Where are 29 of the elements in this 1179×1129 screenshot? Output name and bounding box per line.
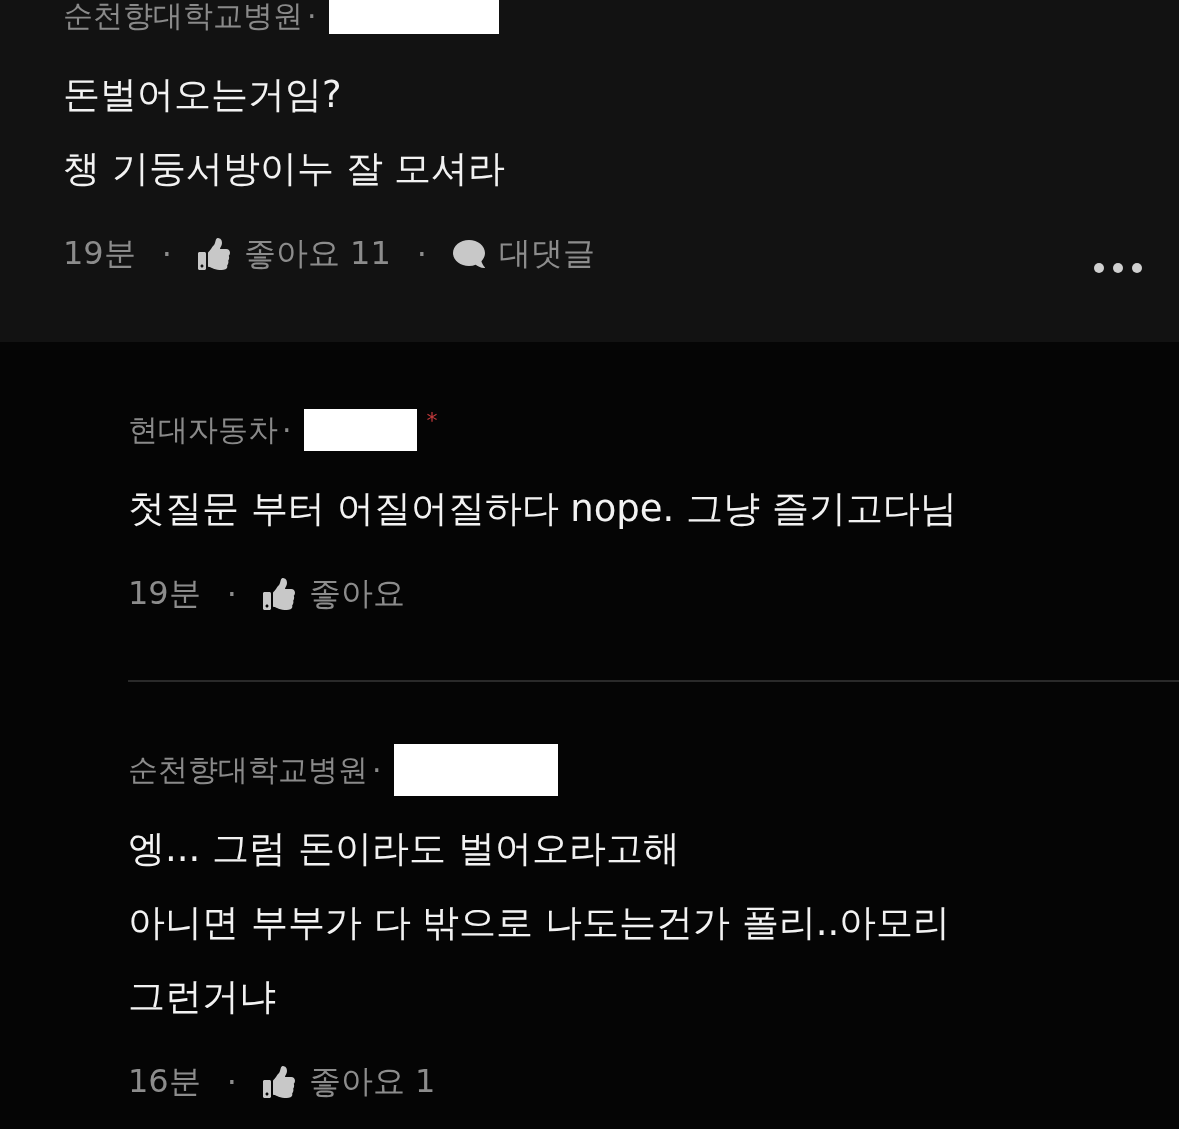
comment-text: 그런거냐 — [128, 974, 277, 1020]
reply-button[interactable]: 대댓글 — [498, 232, 595, 276]
timestamp: 16분 — [128, 1061, 201, 1102]
thumbs-up-icon[interactable] — [197, 238, 230, 270]
separator-dot: · — [372, 752, 382, 788]
separator-dot: · — [226, 575, 237, 613]
comment-text: 챙 기둥서방이누 잘 모셔라 — [63, 146, 507, 192]
asterisk-mark: * — [426, 408, 438, 433]
thumbs-up-icon[interactable] — [262, 1066, 295, 1098]
like-button[interactable]: 좋아요 11 — [243, 232, 391, 276]
comment-text: 아니면 부부가 다 밖으로 나도는건가 폴리..아모리 — [128, 900, 952, 946]
speech-bubble-icon[interactable] — [452, 238, 485, 270]
comment-text: 첫질문 부터 어질어질하다 nope. 그냥 즐기고다님 — [128, 486, 958, 532]
separator-dot: · — [161, 235, 172, 273]
author-name: 순천향대학교병원 — [128, 750, 368, 789]
author-name: 현대자동차 — [128, 410, 278, 449]
separator-dot: · — [416, 235, 427, 273]
timestamp: 19분 — [128, 573, 201, 614]
comment-text: 돈벌어오는거임? — [63, 72, 343, 118]
separator-dot: · — [226, 1063, 237, 1101]
like-button[interactable]: 좋아요 1 — [308, 1060, 436, 1104]
author-name: 순천향대학교병원 — [63, 0, 303, 35]
more-icon[interactable] — [1093, 262, 1143, 274]
like-button[interactable]: 좋아요 — [308, 572, 405, 616]
thumbs-up-icon[interactable] — [262, 578, 295, 610]
separator-dot: · — [282, 412, 292, 448]
separator-dot: · — [307, 0, 317, 34]
comment-text: 엥... 그럼 돈이라도 벌어오라고해 — [128, 826, 681, 872]
timestamp: 19분 — [63, 233, 136, 274]
